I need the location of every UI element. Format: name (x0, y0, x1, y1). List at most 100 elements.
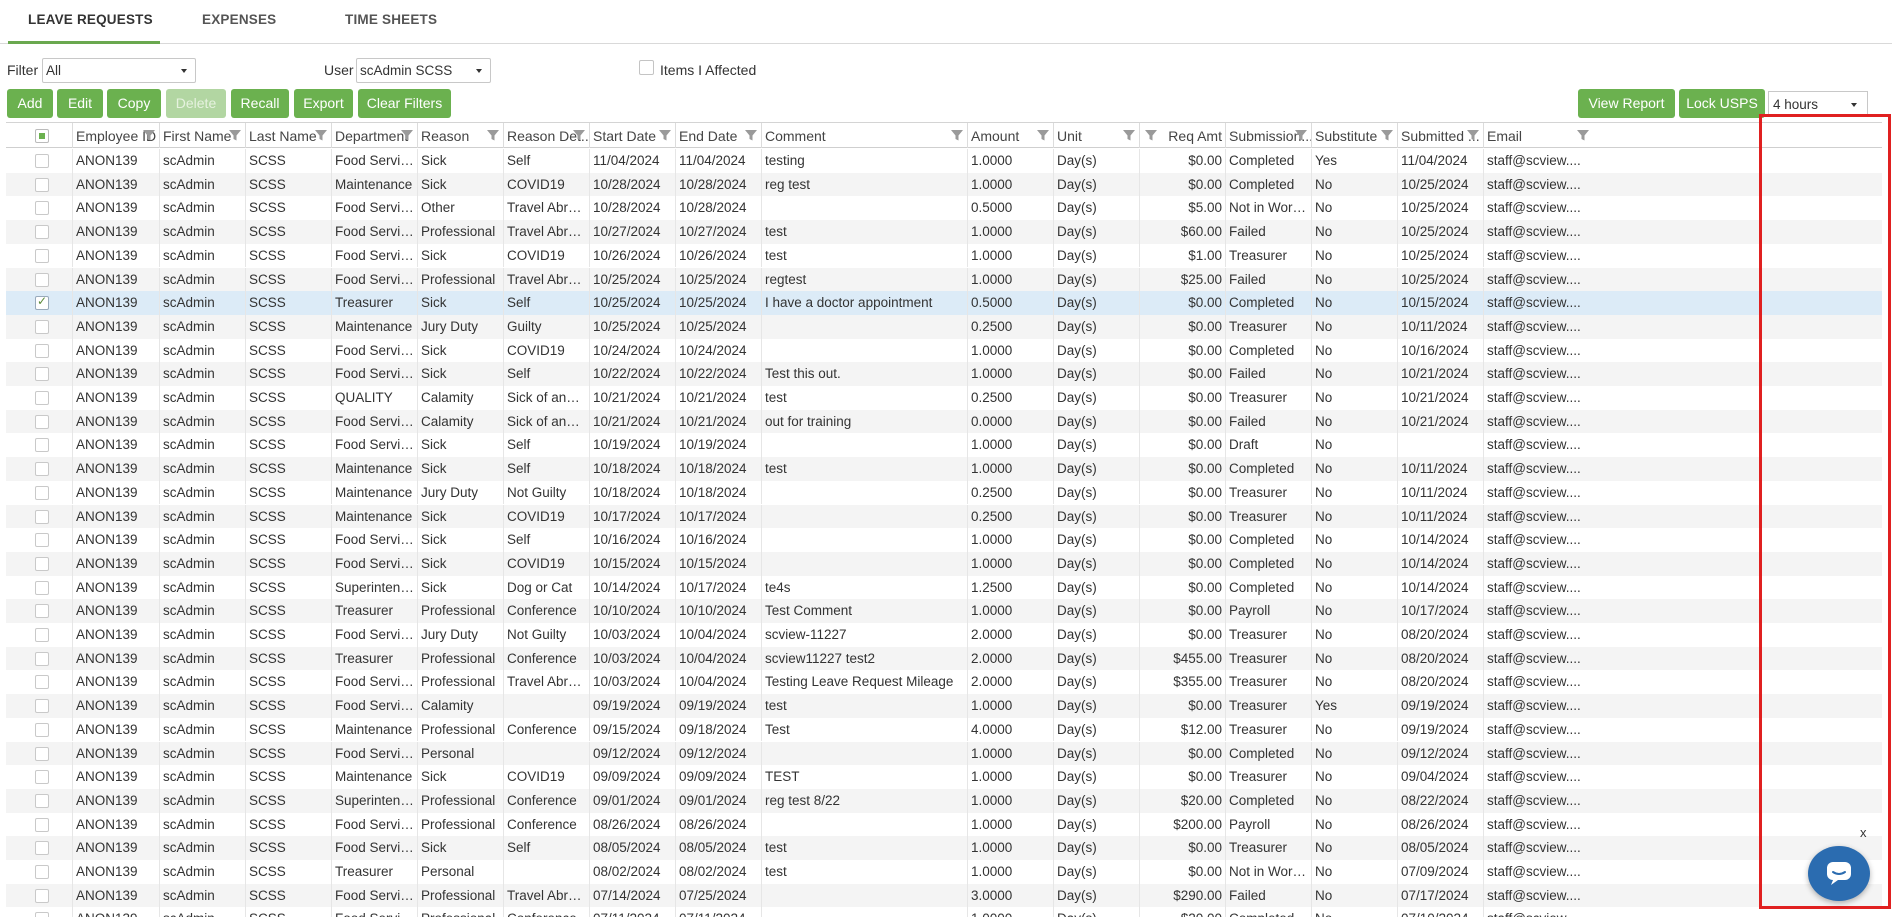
row-checkbox[interactable] (35, 699, 49, 714)
row-checkbox[interactable] (35, 770, 49, 785)
column-header[interactable]: Employee ID (72, 123, 159, 148)
export-button[interactable]: Export (294, 89, 353, 118)
table-row[interactable]: ANON139scAdminSCSSFood ServiceProfession… (6, 670, 1882, 695)
table-row[interactable]: ANON139 scAdmin SCSS Food Service Calamity 09… (6, 694, 1882, 718)
table-row[interactable]: ANON139 scAdmin SCSS Maintenance Sick COVID19… (6, 504, 1882, 529)
tab-time-sheets[interactable]: TIME SHEETS (345, 12, 437, 27)
filter-funnel-icon[interactable] (486, 128, 500, 142)
row-checkbox[interactable] (35, 912, 49, 917)
table-row[interactable]: ANON139 scAdmin SCSS Food Service Sick COVID1… (6, 338, 1882, 363)
filter-funnel-icon[interactable] (1144, 128, 1158, 142)
row-checkbox[interactable] (35, 793, 49, 808)
column-header[interactable]: Submission... (1225, 123, 1311, 148)
table-row[interactable]: ANON139 scAdmin SCSS Food Service Personal 09… (6, 741, 1882, 766)
filter-funnel-icon[interactable] (1036, 128, 1050, 142)
table-row[interactable]: ANON139 scAdmin SCSS Food Service Sick Self 11… (6, 149, 1882, 173)
delete-button[interactable]: Delete (166, 89, 226, 118)
row-checkbox[interactable] (35, 391, 49, 405)
row-checkbox[interactable] (35, 177, 49, 192)
column-header[interactable]: Submitted ... (1397, 123, 1483, 148)
lock-usps-button[interactable]: Lock USPS (1679, 89, 1765, 118)
table-row[interactable]: ANON139 scAdmin SCSS Food Service Sick Self 10… (6, 528, 1882, 552)
table-row[interactable]: ANON139 scAdmin SCSS Maintenance Sick Self 10/… (6, 457, 1882, 481)
table-row[interactable]: ANON139scAdminSCSSTreasurerSickSelf10/25… (6, 291, 1882, 315)
filter-funnel-icon[interactable] (142, 128, 156, 142)
column-header[interactable]: Department (331, 123, 417, 148)
table-row[interactable]: ANON139 scAdmin SCSS Food Service Jury Duty N… (6, 623, 1882, 647)
column-header[interactable]: End Date (675, 123, 761, 148)
table-row[interactable]: ANON139 scAdmin SCSS Food Service Sick Self 10… (6, 362, 1882, 386)
row-checkbox[interactable] (35, 628, 49, 642)
filter-select[interactable]: All (42, 58, 196, 83)
row-checkbox[interactable] (35, 414, 49, 429)
row-checkbox[interactable] (35, 319, 49, 334)
row-checkbox[interactable] (35, 438, 49, 453)
row-checkbox[interactable] (35, 865, 49, 879)
clear-filters-button[interactable]: Clear Filters (358, 89, 451, 118)
table-row[interactable]: ANON139scAdminSCSSFood ServiceProfession… (6, 267, 1882, 292)
table-row[interactable]: ANON139 scAdmin SCSS Food Service Sick Self 10… (6, 433, 1882, 458)
column-header[interactable]: Substitute (1311, 123, 1397, 148)
table-row[interactable]: ANON139 scAdmin SCSS Food Service Sick COVID1… (6, 551, 1882, 576)
filter-funnel-icon[interactable] (314, 128, 328, 142)
table-row[interactable]: ANON139scAdminSCSSFood ServiceProfession… (6, 907, 1882, 917)
row-checkbox[interactable] (35, 343, 49, 358)
row-checkbox[interactable] (35, 817, 49, 832)
column-header[interactable]: First Name (159, 123, 245, 148)
filter-funnel-icon[interactable] (1466, 128, 1480, 142)
column-header[interactable]: Reason Det... (503, 123, 589, 148)
column-header[interactable]: Reason (417, 123, 503, 148)
filter-funnel-icon[interactable] (744, 128, 758, 142)
filter-funnel-icon[interactable] (950, 128, 964, 142)
recall-button[interactable]: Recall (231, 89, 289, 118)
edit-button[interactable]: Edit (57, 89, 103, 118)
table-row[interactable]: ANON139scAdminSCSSSuperintendentSickDog … (6, 575, 1882, 600)
filter-funnel-icon[interactable] (1294, 128, 1308, 142)
column-header[interactable]: Last Name (245, 123, 331, 148)
tab-expenses[interactable]: EXPENSES (202, 12, 276, 27)
filter-funnel-icon[interactable] (400, 128, 414, 142)
table-row[interactable]: ANON139scAdminSCSSFood ServiceProfession… (6, 883, 1882, 908)
table-row[interactable]: ANON139 scAdmin SCSS Maintenance Jury Duty No… (6, 480, 1882, 505)
table-row[interactable]: ANON139scAdminSCSSFood ServiceProfession… (6, 812, 1882, 837)
row-checkbox[interactable] (35, 367, 49, 382)
table-row[interactable]: ANON139 scAdmin SCSS Food Service Calamity Si… (6, 409, 1882, 434)
row-checkbox[interactable] (35, 248, 49, 263)
filter-funnel-icon[interactable] (1576, 128, 1590, 142)
chat-button[interactable] (1808, 846, 1870, 901)
table-row[interactable]: ANON139 scAdmin SCSS Treasurer Professional C… (6, 646, 1882, 671)
row-checkbox[interactable] (35, 533, 49, 548)
tab-leave-requests[interactable]: LEAVE REQUESTS (28, 12, 153, 27)
table-row[interactable]: ANON139 scAdmin SCSS Food Service Sick COVID1… (6, 243, 1882, 268)
table-row[interactable]: ANON139 scAdmin SCSS Maintenance Sick COVID19… (6, 765, 1882, 789)
column-header[interactable]: Email (1483, 123, 1593, 148)
row-checkbox[interactable] (35, 722, 49, 737)
row-checkbox[interactable] (35, 154, 49, 168)
filter-funnel-icon[interactable] (1122, 128, 1136, 142)
row-checkbox[interactable] (35, 509, 49, 524)
row-checkbox[interactable] (35, 746, 49, 761)
select-all-checkbox[interactable] (35, 129, 49, 143)
filter-funnel-icon[interactable] (658, 128, 672, 142)
row-checkbox[interactable] (35, 675, 49, 690)
table-row[interactable]: ANON139 scAdmin SCSS QUALITY Calamity Sick of… (6, 386, 1882, 410)
row-checkbox[interactable] (35, 651, 49, 666)
row-checkbox[interactable] (35, 225, 49, 240)
row-checkbox[interactable] (35, 201, 49, 216)
copy-button[interactable]: Copy (107, 89, 161, 118)
table-row[interactable]: ANON139scAdminSCSSSuperintendentProfessi… (6, 788, 1882, 813)
column-header[interactable]: Amount (967, 123, 1053, 148)
items-affected-checkbox[interactable] (639, 60, 654, 75)
column-header[interactable]: Comment (761, 123, 967, 148)
filter-funnel-icon[interactable] (572, 128, 586, 142)
table-row[interactable]: ANON139 scAdmin SCSS Maintenance Professiona… (6, 717, 1882, 742)
table-row[interactable]: ANON139 scAdmin SCSS Treasurer Personal 08/02… (6, 860, 1882, 884)
column-header[interactable]: Start Date (589, 123, 675, 148)
row-checkbox[interactable] (35, 556, 49, 571)
table-row[interactable]: ANON139scAdminSCSSFood ServiceProfession… (6, 220, 1882, 244)
row-checkbox[interactable] (35, 604, 49, 619)
add-button[interactable]: Add (7, 89, 53, 118)
table-row[interactable]: ANON139 scAdmin SCSS Food Service Other Trave… (6, 196, 1882, 221)
row-checkbox[interactable] (35, 462, 49, 477)
row-checkbox[interactable] (35, 841, 49, 856)
